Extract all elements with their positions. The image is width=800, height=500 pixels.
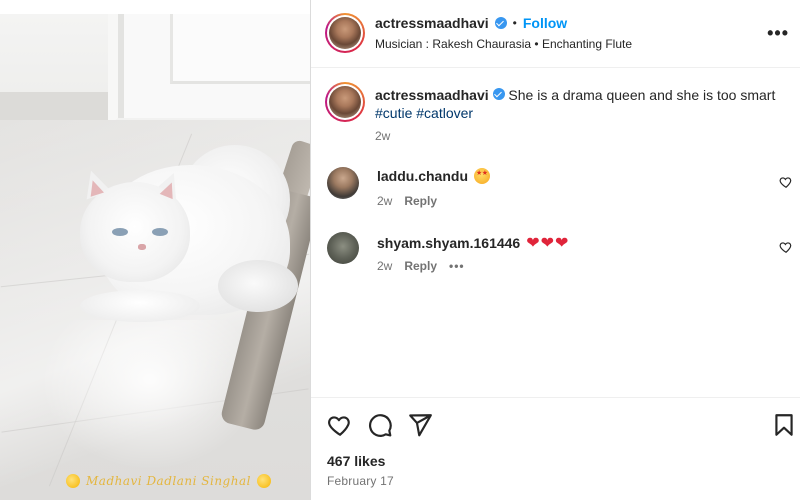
comment-icon[interactable] [367,412,393,438]
post-caption: actressmaadhavi She is a drama queen and… [375,86,785,122]
verified-badge-icon [492,88,505,100]
bookmark-icon[interactable] [771,412,797,438]
reply-button[interactable]: Reply [404,259,437,273]
caption-timestamp[interactable]: 2w [375,129,390,143]
caption-author-username[interactable]: actressmaadhavi [375,87,489,103]
comment-like-heart-icon[interactable] [779,240,793,254]
commenter-avatar[interactable] [327,167,359,199]
caption-author-avatar[interactable] [325,82,365,122]
hashtag-link[interactable]: #catlover [416,105,473,121]
image-top-border [0,0,310,14]
smiley-icon [256,474,271,488]
smiley-icon [66,474,80,488]
heart-outline-icon[interactable] [327,412,353,438]
commenter-avatar[interactable] [327,232,359,264]
reply-button[interactable]: Reply [404,194,437,208]
image-watermark: Madhavi Dadlani Singhal [66,474,271,488]
baseboard [0,92,120,120]
likes-count[interactable]: 467 likes [327,453,385,469]
actions-divider [311,397,800,398]
comment-item: shyam.shyam.161446 ❤❤❤ 2w Reply ••• [311,0,800,273]
watermark-text: Madhavi Dadlani Singhal [86,474,251,488]
paper-plane-icon[interactable] [407,412,433,438]
hashtag-link[interactable]: #cutie [375,105,412,121]
comment-like-heart-icon[interactable] [779,175,793,189]
commenter-username[interactable]: shyam.shyam.161446 [377,235,520,251]
star-struck-emoji-icon [474,168,490,184]
post-date[interactable]: February 17 [327,474,394,488]
post-image[interactable]: Madhavi Dadlani Singhal [0,0,310,500]
comment-timestamp[interactable]: 2w [377,259,392,273]
comment-timestamp[interactable]: 2w [377,194,392,208]
comment-more-options-icon[interactable]: ••• [449,259,465,273]
white-cat [60,140,300,330]
post-sidebar: actressmaadhavi • Follow Musician : Rake… [310,0,800,500]
red-heart-emoji-icon: ❤❤❤ [526,235,570,252]
commenter-username[interactable]: laddu.chandu [377,168,468,184]
door-glass [170,14,310,84]
caption-text: She is a drama queen and she is too smar… [508,87,776,103]
